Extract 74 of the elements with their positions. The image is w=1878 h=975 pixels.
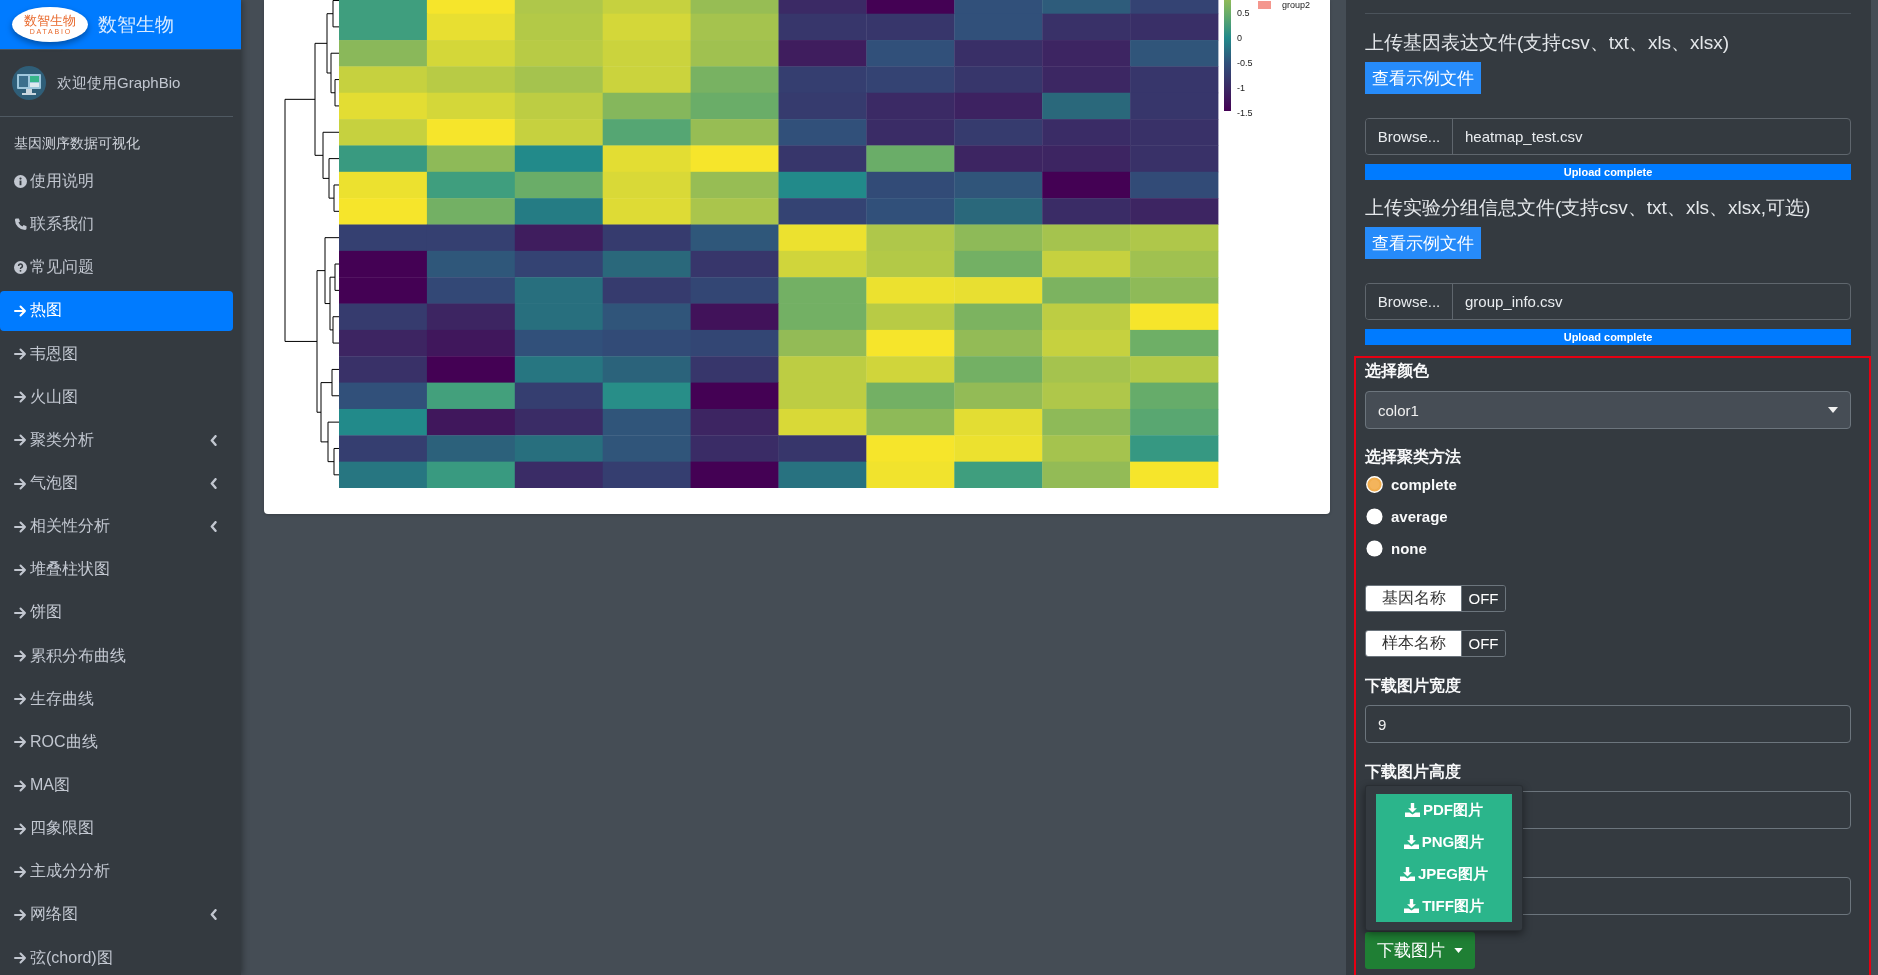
menu-item[interactable]: 主成分分析: [0, 855, 233, 888]
download-button[interactable]: 下载图片: [1365, 932, 1475, 969]
radio-label[interactable]: complete: [1391, 475, 1457, 493]
arrow-right-icon: [14, 477, 27, 490]
arrow-right-icon: [14, 736, 27, 749]
menu-item[interactable]: 四象限图: [0, 812, 233, 845]
menu-item[interactable]: 饼图: [0, 596, 233, 629]
scale-label: -1: [1237, 81, 1246, 95]
menu-section-header: 基因测序数据可视化: [13, 134, 141, 153]
arrow-right-icon: [14, 952, 27, 965]
upload-heading: 上传实验分组信息文件(支持csv、txt、xls、xlsx,可选): [1365, 196, 1811, 220]
download-icon: [1400, 867, 1415, 881]
arrow-right-icon: [14, 391, 27, 404]
help-icon: [14, 261, 27, 275]
input-field[interactable]: 9: [1365, 705, 1851, 743]
scale-label: -1.5: [1237, 106, 1254, 120]
color-select[interactable]: color1: [1365, 391, 1851, 429]
menu-item[interactable]: 热图: [0, 291, 233, 331]
scale-label: 0.5: [1237, 6, 1251, 20]
arrow-right-icon: [14, 606, 27, 619]
menu-item[interactable]: 生存曲线: [0, 683, 233, 716]
menu-item[interactable]: 使用说明: [0, 165, 233, 198]
arrow-right-icon: [14, 693, 27, 706]
arrow-right-icon: [14, 563, 27, 576]
arrow-right-icon: [14, 908, 27, 921]
arrow-right-icon: [14, 348, 27, 361]
toggle-switch[interactable]: 样本名称 OFF: [1365, 630, 1506, 657]
progress-label: Upload complete: [1563, 331, 1653, 343]
phone-icon: [14, 218, 27, 232]
info-icon: [14, 175, 27, 189]
scale-label: 0: [1237, 31, 1243, 45]
menu-item[interactable]: 累积分布曲线: [0, 640, 233, 673]
toggle-switch[interactable]: 基因名称 OFF: [1365, 585, 1506, 612]
radio-button[interactable]: [1366, 507, 1383, 525]
menu-item[interactable]: 联系我们: [0, 208, 233, 241]
menu-item[interactable]: 聚类分析: [0, 424, 233, 457]
scale-label: -0.5: [1237, 56, 1254, 70]
menu-item[interactable]: 火山图: [0, 381, 233, 414]
radio-button[interactable]: [1366, 539, 1383, 557]
arrow-right-icon: [14, 779, 27, 792]
monitor-avatar-icon: [12, 66, 46, 100]
field-label: 选择聚类方法: [1365, 447, 1461, 467]
field-label: 下载图片高度: [1365, 762, 1461, 782]
menu-item[interactable]: 气泡图: [0, 467, 233, 500]
menu-item[interactable]: 相关性分析: [0, 510, 233, 543]
upload-heading: 上传基因表达文件(支持csv、txt、xls、xlsx): [1365, 31, 1730, 55]
download-icon: [1403, 835, 1419, 849]
arrow-right-icon: [14, 650, 27, 663]
arrow-right-icon: [14, 822, 27, 835]
field-label: 下载图片宽度: [1365, 676, 1461, 696]
caret-icon: [1454, 948, 1463, 953]
arrow-right-icon: [14, 865, 27, 878]
menu-item[interactable]: 常见问题: [0, 251, 233, 284]
menu-item[interactable]: 堆叠柱状图: [0, 553, 233, 586]
radio-label[interactable]: average: [1391, 507, 1448, 525]
radio-label[interactable]: none: [1391, 539, 1427, 557]
progress-label: Upload complete: [1563, 166, 1653, 178]
caret-icon: [1828, 407, 1838, 413]
field-label: 选择颜色: [1365, 361, 1429, 381]
arrow-right-icon: [14, 305, 27, 317]
logo-text: 数智生物: [24, 13, 76, 28]
menu-item[interactable]: MA图: [0, 769, 233, 802]
download-icon: [1405, 803, 1420, 817]
menu-item[interactable]: 韦恩图: [0, 338, 233, 371]
welcome-text: 欢迎使用GraphBio: [57, 73, 181, 93]
group-label: group2: [1282, 0, 1311, 10]
arrow-right-icon: [14, 520, 27, 533]
download-icon: [1404, 899, 1420, 913]
menu-item[interactable]: 网络图: [0, 898, 233, 931]
brand-title: 数智生物: [98, 12, 174, 37]
radio-button[interactable]: [1366, 475, 1383, 493]
arrow-right-icon: [14, 434, 27, 447]
menu-item[interactable]: ROC曲线: [0, 726, 233, 759]
menu-item[interactable]: 弦(chord)图: [0, 942, 233, 975]
